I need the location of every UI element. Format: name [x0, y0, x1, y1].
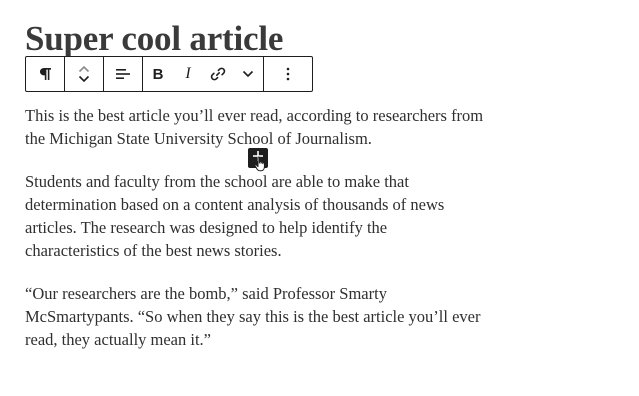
chevron-up-icon[interactable]	[78, 65, 90, 73]
more-rich-text-button[interactable]	[233, 57, 263, 91]
more-vertical-icon	[286, 67, 290, 81]
options-button[interactable]	[264, 57, 312, 91]
chevron-down-icon[interactable]	[78, 75, 90, 83]
link-icon	[210, 66, 226, 82]
align-button[interactable]	[104, 57, 142, 91]
block-type-group	[26, 57, 65, 91]
paragraph-block[interactable]: This is the best article you’ll ever rea…	[25, 104, 485, 150]
block-type-button[interactable]	[26, 57, 64, 91]
block-toolbar: B I	[25, 56, 313, 92]
format-group: B I	[143, 57, 264, 91]
italic-button[interactable]: I	[173, 57, 203, 91]
paragraph-block[interactable]: “Our researchers are the bomb,” said Pro…	[25, 282, 485, 351]
options-group	[264, 57, 312, 91]
align-group	[104, 57, 143, 91]
paragraph-icon	[38, 66, 52, 82]
move-buttons	[65, 57, 103, 91]
chevron-down-icon	[242, 70, 254, 78]
align-left-icon	[115, 67, 131, 81]
bold-button[interactable]: B	[143, 57, 173, 91]
paragraph-block[interactable]: Students and faculty from the school are…	[25, 170, 485, 262]
link-button[interactable]	[203, 57, 233, 91]
move-group	[65, 57, 104, 91]
